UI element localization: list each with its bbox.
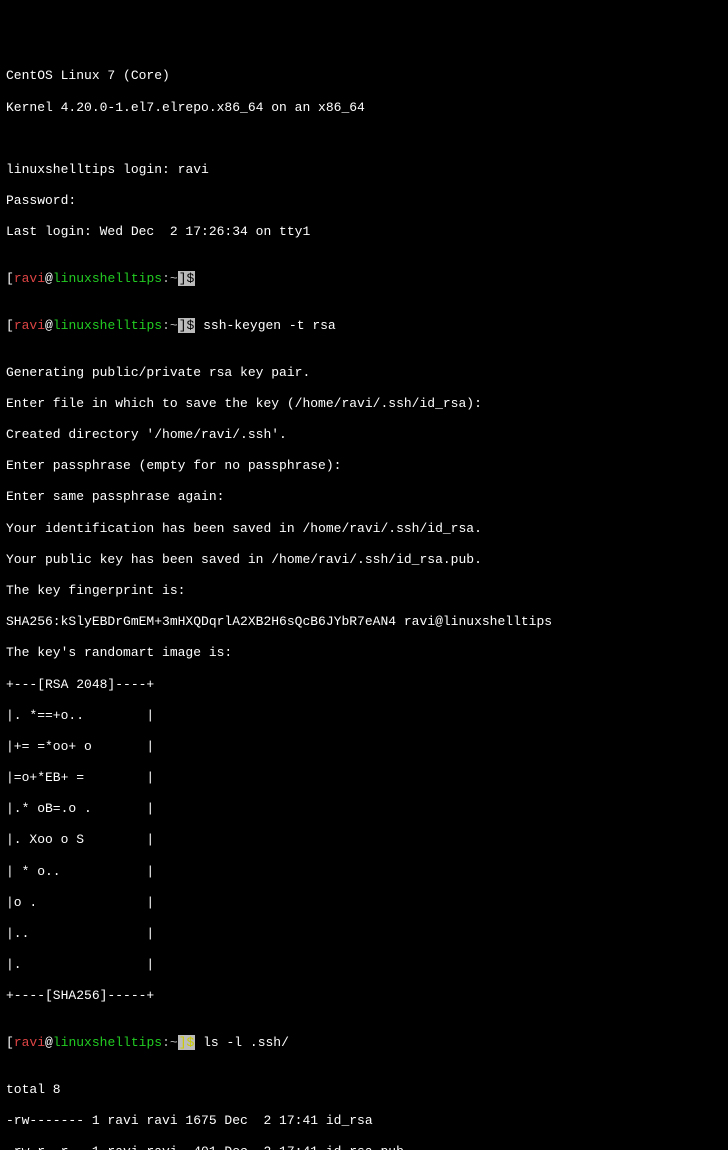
prompt-colon: : xyxy=(162,1035,170,1050)
login-label: linuxshelltips login: xyxy=(6,162,178,177)
prompt-line-3[interactable]: [ravi@linuxshelltips:~]$ ls -l .ssh/ xyxy=(6,1035,722,1051)
output-line: Enter passphrase (empty for no passphras… xyxy=(6,458,722,474)
prompt-at: @ xyxy=(45,271,53,286)
randomart-line: |. | xyxy=(6,957,722,973)
prompt-at: @ xyxy=(45,1035,53,1050)
prompt-dollar: ]$ xyxy=(178,318,196,333)
prompt-host: linuxshelltips xyxy=(53,271,162,286)
ls-output-line: -rw-r--r-- 1 ravi ravi 401 Dec 2 17:41 i… xyxy=(6,1144,722,1150)
header-line-os: CentOS Linux 7 (Core) xyxy=(6,68,722,84)
randomart-line: |. Xoo o S | xyxy=(6,832,722,848)
cmd-ls: ls -l .ssh/ xyxy=(195,1035,289,1050)
prompt-dollar: ]$ xyxy=(178,271,196,286)
prompt-open: [ xyxy=(6,1035,14,1050)
header-line-kernel: Kernel 4.20.0-1.el7.elrepo.x86_64 on an … xyxy=(6,100,722,116)
prompt-user: ravi xyxy=(14,271,45,286)
prompt-path: ~ xyxy=(170,1035,178,1050)
prompt-host: linuxshelltips xyxy=(53,318,162,333)
prompt-user: ravi xyxy=(14,1035,45,1050)
prompt-user: ravi xyxy=(14,318,45,333)
output-line: The key fingerprint is: xyxy=(6,583,722,599)
randomart-line: |.* oB=.o . | xyxy=(6,801,722,817)
prompt-colon: : xyxy=(162,318,170,333)
output-line: Enter same passphrase again: xyxy=(6,489,722,505)
randomart-line: | * o.. | xyxy=(6,864,722,880)
randomart-line: |o . | xyxy=(6,895,722,911)
randomart-line: |=o+*EB+ = | xyxy=(6,770,722,786)
password-line: Password: xyxy=(6,193,722,209)
login-line: linuxshelltips login: ravi xyxy=(6,162,722,178)
randomart-line: +----[SHA256]-----+ xyxy=(6,988,722,1004)
output-line: Your public key has been saved in /home/… xyxy=(6,552,722,568)
prompt-open: [ xyxy=(6,318,14,333)
prompt-colon: : xyxy=(162,271,170,286)
randomart-line: +---[RSA 2048]----+ xyxy=(6,677,722,693)
output-fingerprint: SHA256:kSlyEBDrGmEM+3mHXQDqrlA2XB2H6sQcB… xyxy=(6,614,722,630)
ls-output-line: total 8 xyxy=(6,1082,722,1098)
prompt-at: @ xyxy=(45,318,53,333)
output-line: Enter file in which to save the key (/ho… xyxy=(6,396,722,412)
prompt-open: [ xyxy=(6,271,14,286)
login-user: ravi xyxy=(178,162,209,177)
prompt-host: linuxshelltips xyxy=(53,1035,162,1050)
prompt-dollar: ]$ xyxy=(178,1035,196,1050)
randomart-line: |.. | xyxy=(6,926,722,942)
output-line: Your identification has been saved in /h… xyxy=(6,521,722,537)
randomart-line: |. *==+o.. | xyxy=(6,708,722,724)
output-line: The key's randomart image is: xyxy=(6,645,722,661)
ls-output-line: -rw------- 1 ravi ravi 1675 Dec 2 17:41 … xyxy=(6,1113,722,1129)
output-line: Created directory '/home/ravi/.ssh'. xyxy=(6,427,722,443)
prompt-line-2[interactable]: [ravi@linuxshelltips:~]$ ssh-keygen -t r… xyxy=(6,318,722,334)
randomart-line: |+= =*oo+ o | xyxy=(6,739,722,755)
prompt-line-1[interactable]: [ravi@linuxshelltips:~]$ xyxy=(6,271,722,287)
output-line: Generating public/private rsa key pair. xyxy=(6,365,722,381)
prompt-path: ~ xyxy=(170,271,178,286)
last-login-line: Last login: Wed Dec 2 17:26:34 on tty1 xyxy=(6,224,722,240)
cmd-ssh-keygen: ssh-keygen -t rsa xyxy=(195,318,335,333)
prompt-path: ~ xyxy=(170,318,178,333)
blank-line xyxy=(6,131,722,147)
